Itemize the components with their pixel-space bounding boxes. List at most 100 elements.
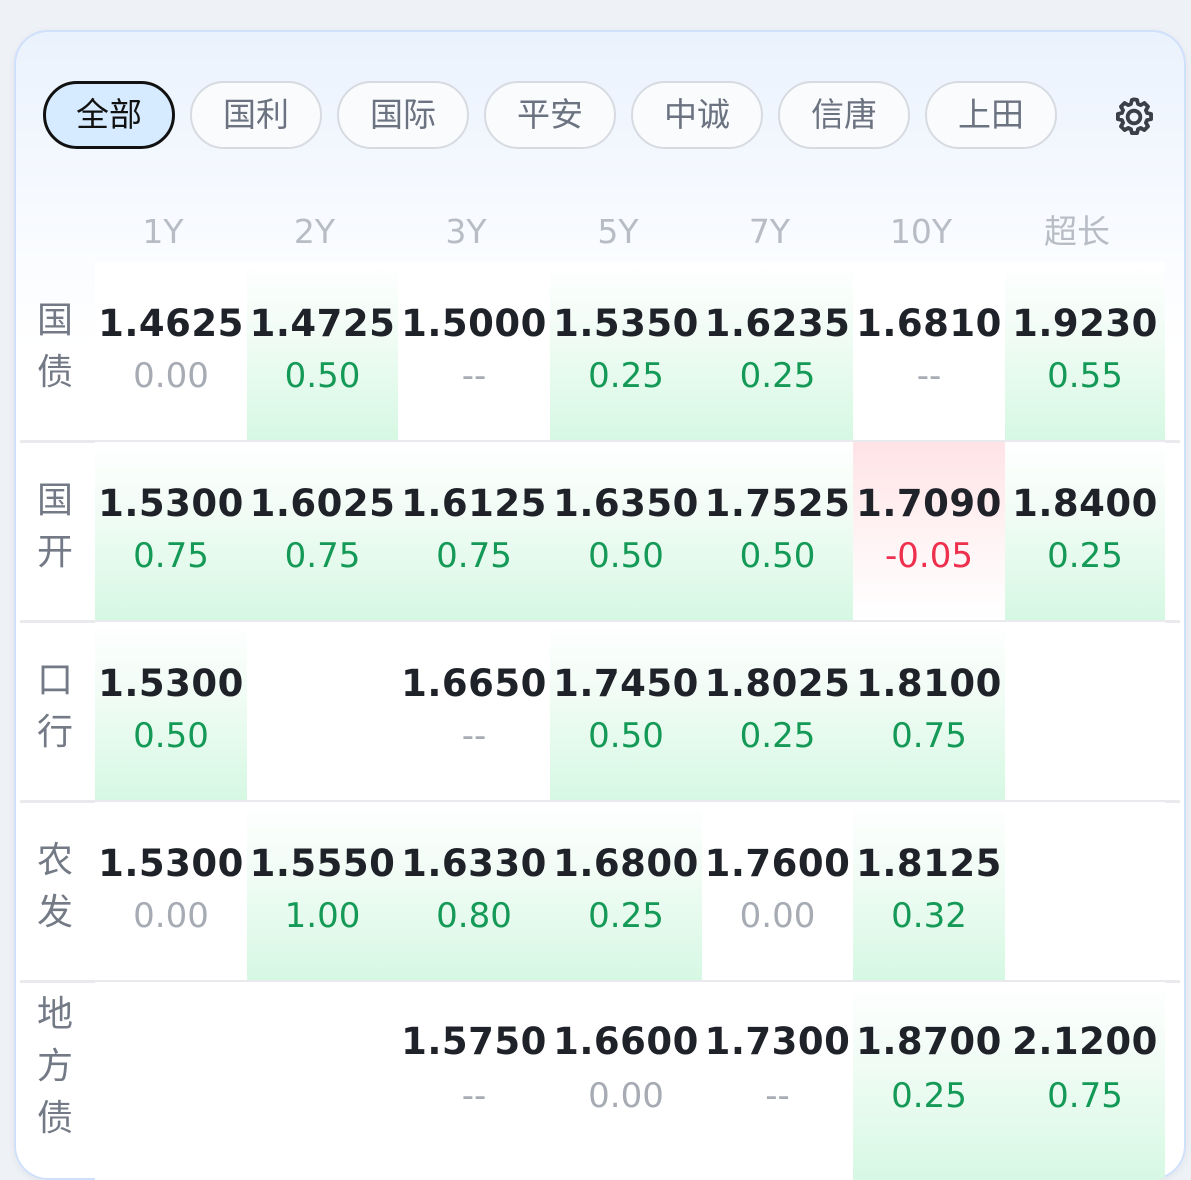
yield-value: 1.4625 [98,302,244,345]
yield-card: 全部 国利 国际 平安 中诚 信唐 上田 1Y 2Y 3Y 5Y 7Y 10Y 超长国债国开口行农发地方… [14,30,1186,1180]
yield-cell-5Y[interactable]: 1.6600 0.00 [550,982,702,1180]
yield-cell-1Y[interactable]: 1.4625 0.00 [95,262,247,440]
yield-cell-5Y[interactable]: 1.7450 0.50 [550,622,702,800]
row-label: 口行 [24,655,86,759]
column-header-1Y[interactable]: 1Y [113,207,213,257]
tab-2[interactable]: 国际 [337,81,469,149]
yield-cell-超长[interactable]: 2.1200 0.75 [1005,982,1165,1180]
yield-value: 1.7300 [704,1020,851,1063]
yield-cell-超长 [1005,622,1165,800]
yield-value: 1.6650 [401,662,547,705]
yield-change: -- [461,356,487,396]
yield-change: 0.25 [891,1076,967,1116]
row-label: 地方债 [24,989,86,1145]
yield-change: 0.75 [891,716,967,756]
yield-value: 1.8025 [704,662,851,705]
yield-value: 1.5550 [249,842,396,885]
row-label-char: 国 [36,300,73,341]
yield-value: 1.6025 [249,482,396,525]
yield-change: 0.75 [1047,1076,1123,1116]
yield-value: 1.6330 [401,842,547,885]
yield-cell-3Y[interactable]: 1.6125 0.75 [398,442,550,620]
yield-value: 2.1200 [1012,1020,1158,1063]
yield-cell-1Y[interactable]: 1.5300 0.50 [95,622,247,800]
tab-6[interactable]: 上田 [925,81,1057,149]
yield-value: 1.5300 [98,842,244,885]
row-label: 农发 [24,835,86,939]
yield-value: 1.7600 [704,842,851,885]
yield-cell-10Y[interactable]: 1.8125 0.32 [853,802,1005,980]
yield-cell-5Y[interactable]: 1.5350 0.25 [550,262,702,440]
row-label: 国债 [24,295,86,399]
tab-0[interactable]: 全部 [43,81,175,149]
yield-cell-超长[interactable]: 1.8400 0.25 [1005,442,1165,620]
yield-cell-3Y[interactable]: 1.5750 -- [398,982,550,1180]
yield-change: 0.50 [739,536,816,576]
column-header-3Y[interactable]: 3Y [416,207,516,257]
yield-cell-10Y[interactable]: 1.7090 -0.05 [853,442,1005,620]
yield-cell-2Y[interactable]: 1.6025 0.75 [247,442,398,620]
yield-value: 1.6800 [553,842,699,885]
yield-cell-7Y[interactable]: 1.7600 0.00 [702,802,853,980]
yield-cell-2Y [247,622,398,800]
tab-5[interactable]: 信唐 [778,81,910,149]
yield-change: 0.25 [588,896,664,936]
yield-value: 1.6235 [704,302,851,345]
yield-cell-1Y[interactable]: 1.5300 0.75 [95,442,247,620]
yield-change: 0.75 [436,536,512,576]
yield-value: 1.7525 [704,482,851,525]
yield-value: 1.8700 [856,1020,1002,1063]
yield-change: 0.50 [588,716,664,756]
yield-change: 0.75 [133,536,209,576]
yield-value: 1.9230 [1012,302,1158,345]
yield-value: 1.4725 [249,302,396,345]
row-label-char: 发 [36,892,73,933]
yield-cell-超长[interactable]: 1.9230 0.55 [1005,262,1165,440]
yield-value: 1.5000 [401,302,547,345]
yield-cell-3Y[interactable]: 1.6330 0.80 [398,802,550,980]
yield-value: 1.7450 [553,662,699,705]
yield-change: -- [916,356,942,396]
yield-change: 0.25 [739,356,816,396]
yield-change: 1.00 [284,896,361,936]
column-header-超长[interactable]: 超长 [1027,207,1127,257]
yield-cell-7Y[interactable]: 1.7525 0.50 [702,442,853,620]
tab-3[interactable]: 平安 [484,81,616,149]
yield-change: 0.25 [1047,536,1123,576]
tab-4[interactable]: 中诚 [631,81,763,149]
yield-cell-5Y[interactable]: 1.6350 0.50 [550,442,702,620]
yield-cell-1Y[interactable]: 1.5300 0.00 [95,802,247,980]
yield-cell-超长 [1005,802,1165,980]
yield-value: 1.6810 [856,302,1002,345]
yield-cell-7Y[interactable]: 1.7300 -- [702,982,853,1180]
yield-cell-5Y[interactable]: 1.6800 0.25 [550,802,702,980]
yield-value: 1.8125 [856,842,1002,885]
yield-change: 0.50 [588,536,664,576]
gear-icon[interactable] [1111,94,1157,140]
yield-cell-7Y[interactable]: 1.6235 0.25 [702,262,853,440]
yield-cell-3Y[interactable]: 1.6650 -- [398,622,550,800]
column-header-5Y[interactable]: 5Y [568,207,668,257]
yield-change: 0.00 [133,356,209,396]
yield-cell-10Y[interactable]: 1.8700 0.25 [853,982,1005,1180]
yield-value: 1.5300 [98,482,244,525]
row-label-char: 方 [36,1046,73,1087]
yield-value: 1.6125 [401,482,547,525]
column-header-2Y[interactable]: 2Y [265,207,365,257]
yield-cell-2Y[interactable]: 1.5550 1.00 [247,802,398,980]
yield-cell-10Y[interactable]: 1.8100 0.75 [853,622,1005,800]
yield-cell-2Y[interactable]: 1.4725 0.50 [247,262,398,440]
column-header-10Y[interactable]: 10Y [871,207,971,257]
column-header-7Y[interactable]: 7Y [720,207,820,257]
yield-value: 1.6600 [553,1020,699,1063]
yield-cell-7Y[interactable]: 1.8025 0.25 [702,622,853,800]
yield-cell-3Y[interactable]: 1.5000 -- [398,262,550,440]
yield-change: 0.25 [588,356,664,396]
tab-1[interactable]: 国利 [190,81,322,149]
yield-cell-10Y[interactable]: 1.6810 -- [853,262,1005,440]
yield-change: -- [765,1076,790,1116]
yield-value: 1.5300 [98,662,244,705]
row-label-char: 农 [36,840,73,881]
row-label-char: 行 [36,712,73,753]
yield-value: 1.5350 [553,302,699,345]
